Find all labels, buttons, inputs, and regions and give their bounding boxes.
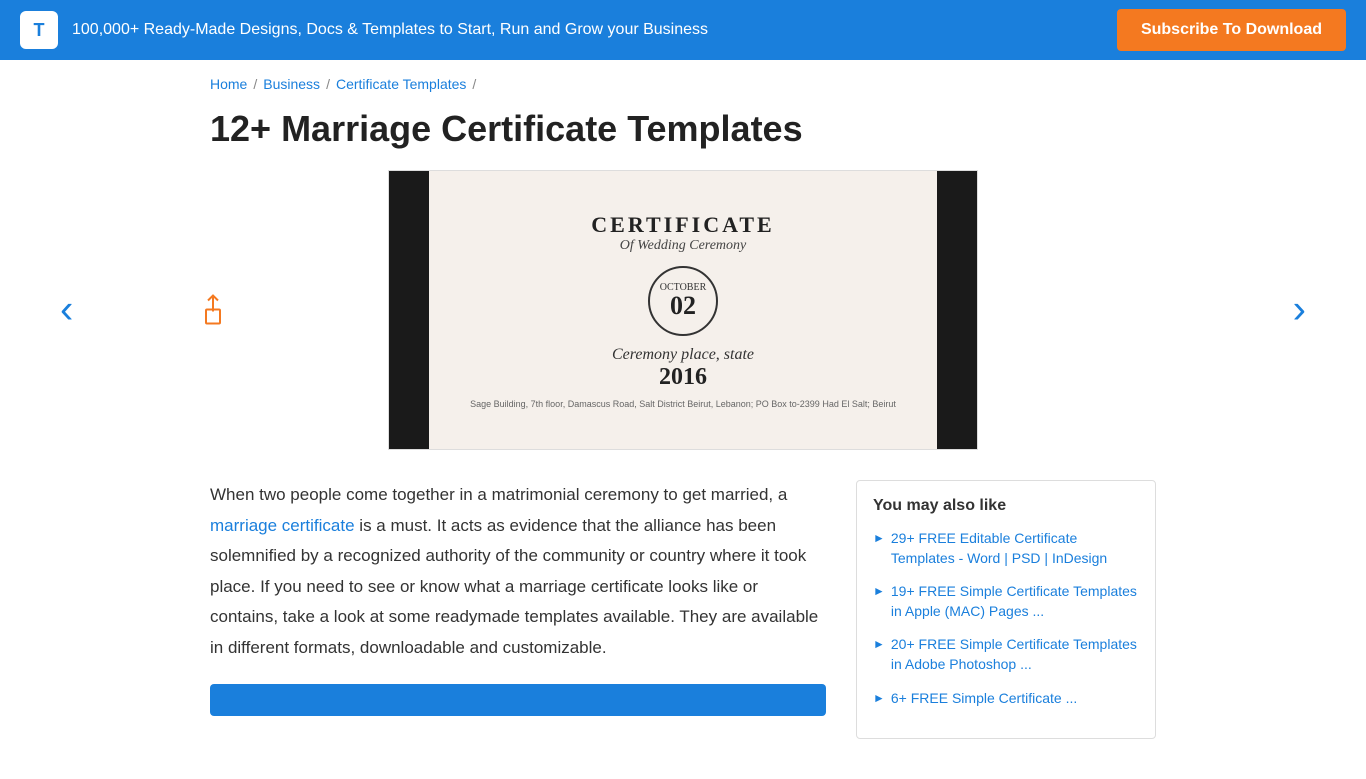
page-title: 12+ Marriage Certificate Templates [0, 100, 1366, 170]
breadcrumb-certificate-templates[interactable]: Certificate Templates [336, 76, 466, 92]
sidebar-link-item-2: ► 19+ FREE Simple Certificate Templates … [873, 582, 1139, 621]
cert-year: 2016 [659, 364, 707, 391]
site-header: T 100,000+ Ready-Made Designs, Docs & Te… [0, 0, 1366, 60]
certificate-preview-image: CERTIFICATE Of Wedding Ceremony OCTOBER … [388, 170, 978, 450]
content-section: When two people come together in a matri… [40, 480, 1326, 739]
description-paragraph: When two people come together in a matri… [210, 480, 826, 664]
sidebar-link-3[interactable]: 20+ FREE Simple Certificate Templates in… [891, 635, 1139, 674]
sidebar-arrow-2: ► [873, 584, 885, 598]
cert-address: Sage Building, 7th floor, Damascus Road,… [470, 399, 896, 409]
breadcrumb-home[interactable]: Home [210, 76, 247, 92]
sidebar-arrow-4: ► [873, 691, 885, 705]
sidebar-link-item-4: ► 6+ FREE Simple Certificate ... [873, 689, 1139, 709]
cert-inner: CERTIFICATE Of Wedding Ceremony OCTOBER … [429, 171, 937, 449]
sidebar: You may also like ► 29+ FREE Editable Ce… [856, 480, 1156, 739]
carousel-next-button[interactable]: › [1283, 278, 1316, 343]
breadcrumb-sep-3: / [472, 76, 476, 92]
main-area: ‹ CERTIFICATE Of Wedding Ceremony OCTOBE… [0, 170, 1366, 779]
share-icon[interactable] [195, 290, 231, 326]
sidebar-link-item-3: ► 20+ FREE Simple Certificate Templates … [873, 635, 1139, 674]
header-left: T 100,000+ Ready-Made Designs, Docs & Te… [20, 11, 708, 49]
sidebar-link-2[interactable]: 19+ FREE Simple Certificate Templates in… [891, 582, 1139, 621]
sidebar-link-item-1: ► 29+ FREE Editable Certificate Template… [873, 529, 1139, 568]
sidebar-arrow-1: ► [873, 531, 885, 545]
cta-button[interactable] [210, 684, 826, 716]
sidebar-arrow-3: ► [873, 637, 885, 651]
logo[interactable]: T [20, 11, 58, 49]
share-icon-container [195, 290, 231, 331]
cert-emblem-day: 02 [670, 293, 696, 319]
breadcrumb-business[interactable]: Business [263, 76, 320, 92]
you-may-like-box: You may also like ► 29+ FREE Editable Ce… [856, 480, 1156, 739]
sidebar-link-4[interactable]: 6+ FREE Simple Certificate ... [891, 689, 1077, 709]
cert-place: Ceremony place, state [612, 346, 754, 364]
you-may-like-title: You may also like [873, 497, 1139, 515]
subscribe-button[interactable]: Subscribe To Download [1117, 9, 1346, 51]
cert-mock: CERTIFICATE Of Wedding Ceremony OCTOBER … [389, 171, 977, 449]
header-tagline: 100,000+ Ready-Made Designs, Docs & Temp… [72, 21, 708, 39]
breadcrumb: Home / Business / Certificate Templates … [0, 60, 1366, 100]
cert-subtitle: Of Wedding Ceremony [620, 238, 747, 254]
description-part1: When two people come together in a matri… [210, 485, 787, 504]
carousel: ‹ CERTIFICATE Of Wedding Ceremony OCTOBE… [40, 170, 1326, 450]
main-text-area: When two people come together in a matri… [210, 480, 826, 739]
marriage-certificate-link[interactable]: marriage certificate [210, 516, 355, 535]
description-part2: is a must. It acts as evidence that the … [210, 516, 818, 657]
carousel-prev-button[interactable]: ‹ [50, 278, 83, 343]
sidebar-link-1[interactable]: 29+ FREE Editable Certificate Templates … [891, 529, 1139, 568]
breadcrumb-sep-1: / [253, 76, 257, 92]
cert-title: CERTIFICATE [591, 212, 774, 238]
cert-emblem: OCTOBER 02 [648, 266, 718, 336]
breadcrumb-sep-2: / [326, 76, 330, 92]
